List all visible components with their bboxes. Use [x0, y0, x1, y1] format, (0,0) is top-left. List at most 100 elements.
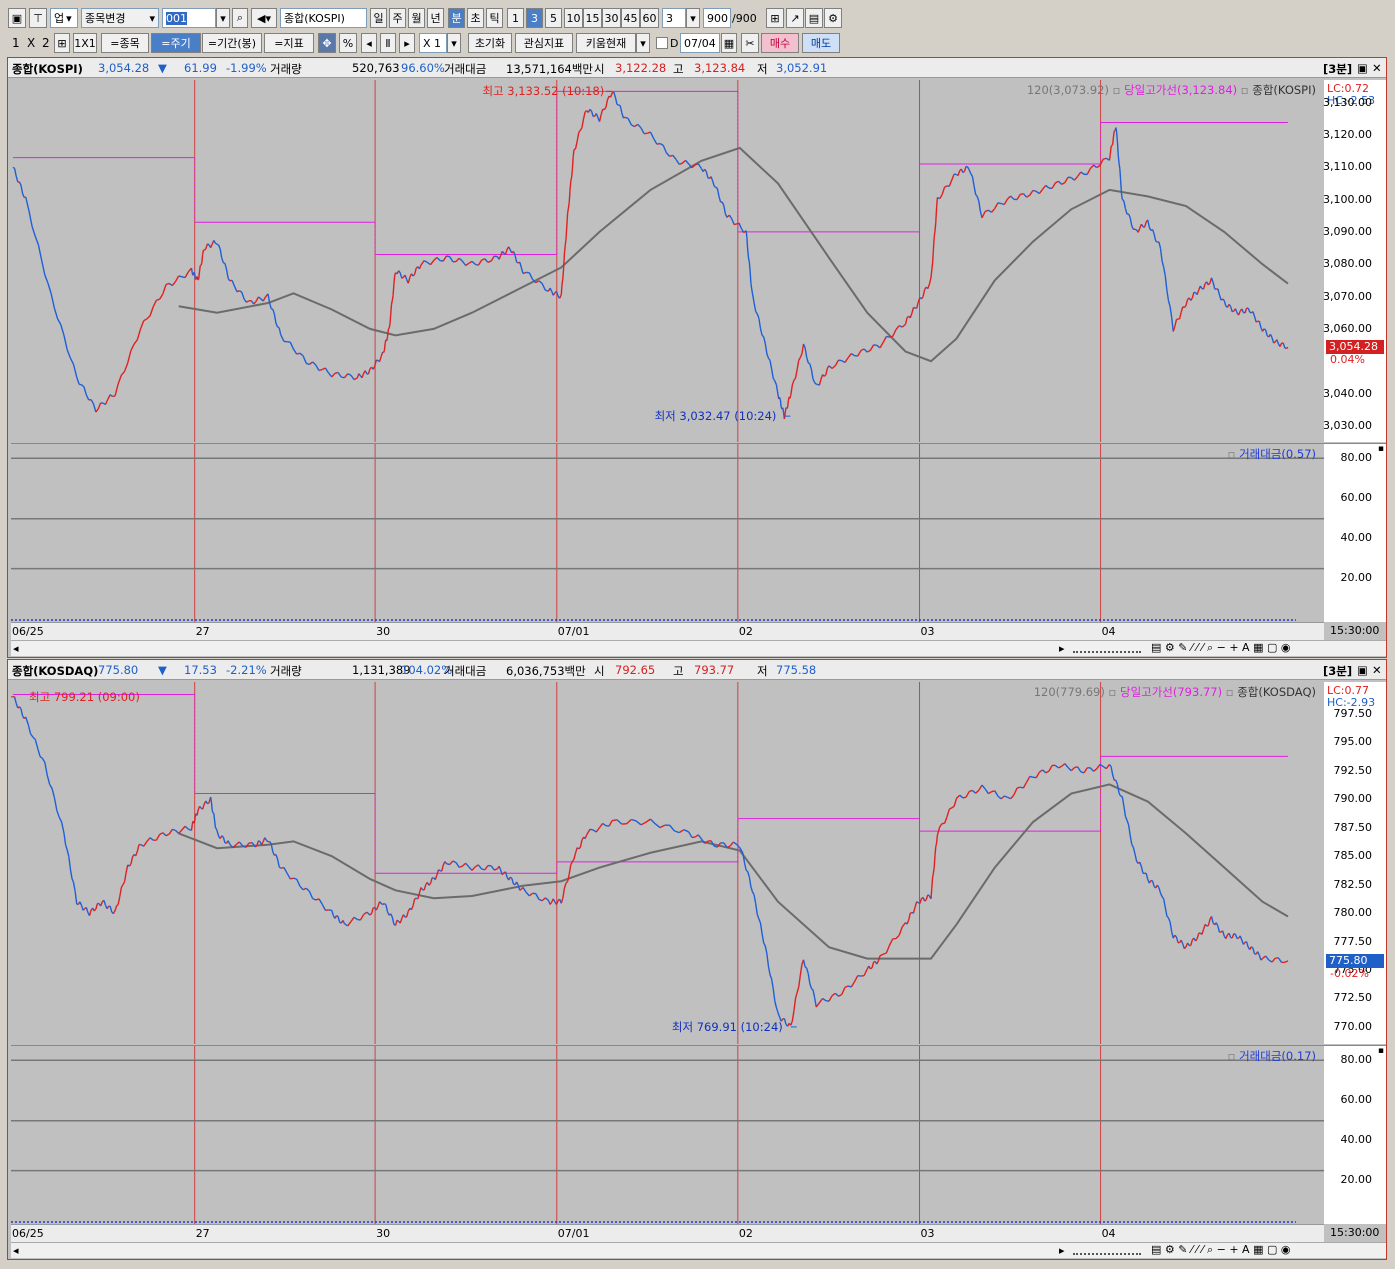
close-icon[interactable]: ✕: [1372, 663, 1382, 677]
scissors-icon[interactable]: ✂: [741, 33, 759, 53]
price-segment: [331, 372, 336, 378]
pin-icon[interactable]: ⊤: [29, 8, 47, 28]
price-segment: [804, 966, 808, 969]
zoom-select[interactable]: X 1: [419, 33, 447, 53]
price-segment: [728, 214, 733, 220]
header-low: 775.58: [776, 663, 817, 677]
price-segment: [818, 378, 822, 386]
kiwoom-dropdown[interactable]: ▾: [636, 33, 650, 53]
period-month[interactable]: 월: [408, 8, 425, 28]
code-input[interactable]: 001: [162, 8, 216, 28]
scroll-left-icon[interactable]: ◂: [13, 642, 19, 655]
trend-tool-icon[interactable]: ↗: [786, 8, 804, 28]
maximize-icon[interactable]: ▣: [1357, 663, 1368, 677]
layout-1x1-button[interactable]: 1X1: [73, 33, 97, 53]
kospi-chart-panel[interactable]: 종합(KOSPI) 3,054.28 ▼ 61.99 -1.99% 거래량 520,763 9…: [7, 57, 1387, 658]
candle-tool-icon[interactable]: ⊞: [766, 8, 784, 28]
window-icon[interactable]: ▣: [8, 8, 26, 28]
pause-icon[interactable]: Ⅱ: [380, 33, 396, 53]
minute-15[interactable]: 15: [583, 8, 602, 28]
price-segment: [174, 275, 180, 282]
pane-menu-icon[interactable]: ▪: [1378, 444, 1384, 454]
next-icon[interactable]: ▸: [399, 33, 415, 53]
prev-icon[interactable]: ◂: [361, 33, 377, 53]
interval-dropdown[interactable]: ▾: [686, 8, 700, 28]
price-segment: [1202, 283, 1206, 290]
scroll-thumb[interactable]: [1073, 645, 1141, 653]
reset-button[interactable]: 초기화: [468, 33, 512, 53]
minute-5[interactable]: 5: [545, 8, 562, 28]
grid-icon[interactable]: ⊞: [54, 33, 70, 53]
maximize-icon[interactable]: ▣: [1357, 61, 1368, 75]
volume-amount-plot[interactable]: ▫ 거래대금(0.57): [11, 444, 1324, 622]
minute-45[interactable]: 45: [621, 8, 640, 28]
horizontal-scrollbar[interactable]: ◂ ▸ ▤ ⚙ ✎ ⁄ ⁄ ⁄ ⌕ − + A ▦ ▢ ◉: [11, 640, 1386, 656]
close-icon[interactable]: ✕: [1372, 61, 1382, 75]
scroll-thumb[interactable]: [1073, 1247, 1141, 1255]
period-day[interactable]: 일: [370, 8, 387, 28]
watch-indicator-button[interactable]: 관심지표: [515, 33, 573, 53]
percent-button[interactable]: %: [339, 33, 357, 53]
price-segment: [962, 170, 965, 174]
period-year[interactable]: 년: [427, 8, 444, 28]
period-week[interactable]: 주: [389, 8, 406, 28]
save-icon[interactable]: ▤: [805, 8, 823, 28]
price-segment: [669, 824, 675, 832]
price-segment: [1118, 792, 1122, 797]
price-segment: [565, 881, 569, 884]
chevron-down-icon: ▾: [149, 11, 155, 25]
indicator-button[interactable]: =지표: [264, 33, 314, 53]
count-input[interactable]: 900: [703, 8, 731, 28]
price-segment: [484, 865, 489, 871]
main-plot[interactable]: 최고 799.21 (09:00) 최저 769.91 (10:24) 120(77…: [11, 682, 1324, 1044]
kosdaq-chart-panel[interactable]: 종합(KOSDAQ) 775.80 ▼ 17.53 -2.21% 거래량 1,131,389…: [7, 659, 1387, 1260]
scroll-right-icon[interactable]: ▸: [1059, 1244, 1065, 1257]
calendar-icon[interactable]: ▦: [721, 33, 737, 53]
price-segment: [809, 983, 813, 989]
minute-10[interactable]: 10: [564, 8, 583, 28]
market-select[interactable]: 업 ▾: [50, 8, 78, 28]
sell-button[interactable]: 매도: [802, 33, 840, 53]
horizontal-scrollbar[interactable]: ◂ ▸ ▤ ⚙ ✎ ⁄ ⁄ ⁄ ⌕ − + A ▦ ▢ ◉: [11, 1242, 1386, 1258]
minute-3[interactable]: 3: [526, 8, 543, 28]
amount-axis[interactable]: ▪ 80.00 60.00 40.00 20.00: [1324, 1046, 1386, 1224]
amount-axis[interactable]: ▪ 80.00 60.00 40.00 20.00: [1324, 444, 1386, 622]
speaker-icon[interactable]: ◀▾: [251, 8, 277, 28]
price-axis[interactable]: LC:0.72 HC:-2.53 3,130.00 3,120.00 3,110.00 3…: [1323, 80, 1386, 442]
index-name-field[interactable]: 종합(KOSPI): [280, 8, 367, 28]
zoom-tools-icon[interactable]: ▤ ⚙ ✎ ⁄ ⁄ ⁄ ⌕ − + A ▦ ▢ ◉: [1151, 641, 1290, 655]
stock-button[interactable]: =종목: [101, 33, 149, 53]
date-input[interactable]: 07/04: [680, 33, 720, 53]
kiwoom-current-button[interactable]: 키움현재: [576, 33, 636, 53]
gear-icon[interactable]: ⚙: [824, 8, 842, 28]
period-second[interactable]: 초: [467, 8, 484, 28]
minute-30[interactable]: 30: [602, 8, 621, 28]
search-icon[interactable]: ⌕: [232, 8, 248, 28]
layout-1[interactable]: 1: [12, 33, 20, 53]
price-segment: [224, 263, 228, 270]
change-stock-select[interactable]: 종목변경 ▾: [81, 8, 159, 28]
code-dropdown[interactable]: ▾: [216, 8, 230, 28]
move-icon[interactable]: ✥: [318, 33, 336, 53]
zoom-tools-icon[interactable]: ▤ ⚙ ✎ ⁄ ⁄ ⁄ ⌕ − + A ▦ ▢ ◉: [1151, 1243, 1290, 1257]
price-axis[interactable]: LC:0.77 HC:-2.93 797.50 795.00 792.50 790.00 7…: [1324, 682, 1386, 1044]
main-plot[interactable]: 최고 3,133.52 (10:18) 최저 3,032.47 (10:24) 12…: [11, 80, 1324, 442]
layout-2[interactable]: 2: [42, 33, 50, 53]
price-segment: [1051, 182, 1056, 189]
scroll-left-icon[interactable]: ◂: [13, 1244, 19, 1257]
zoom-dropdown[interactable]: ▾: [447, 33, 461, 53]
period-minute[interactable]: 분: [448, 8, 465, 28]
pane-menu-icon[interactable]: ▪: [1378, 1046, 1384, 1056]
interval-input[interactable]: 3: [662, 8, 686, 28]
scroll-right-icon[interactable]: ▸: [1059, 642, 1065, 655]
period-tick[interactable]: 틱: [486, 8, 503, 28]
period-button[interactable]: =주기: [151, 33, 201, 53]
volume-amount-plot[interactable]: ▫ 거래대금(0.17): [11, 1046, 1324, 1224]
minute-1[interactable]: 1: [507, 8, 524, 28]
buy-button[interactable]: 매수: [761, 33, 799, 53]
minute-60[interactable]: 60: [640, 8, 659, 28]
layout-x[interactable]: X: [27, 33, 35, 53]
d-checkbox[interactable]: [656, 37, 668, 49]
range-button[interactable]: =기간(봉): [202, 33, 262, 53]
price-segment: [369, 913, 373, 916]
